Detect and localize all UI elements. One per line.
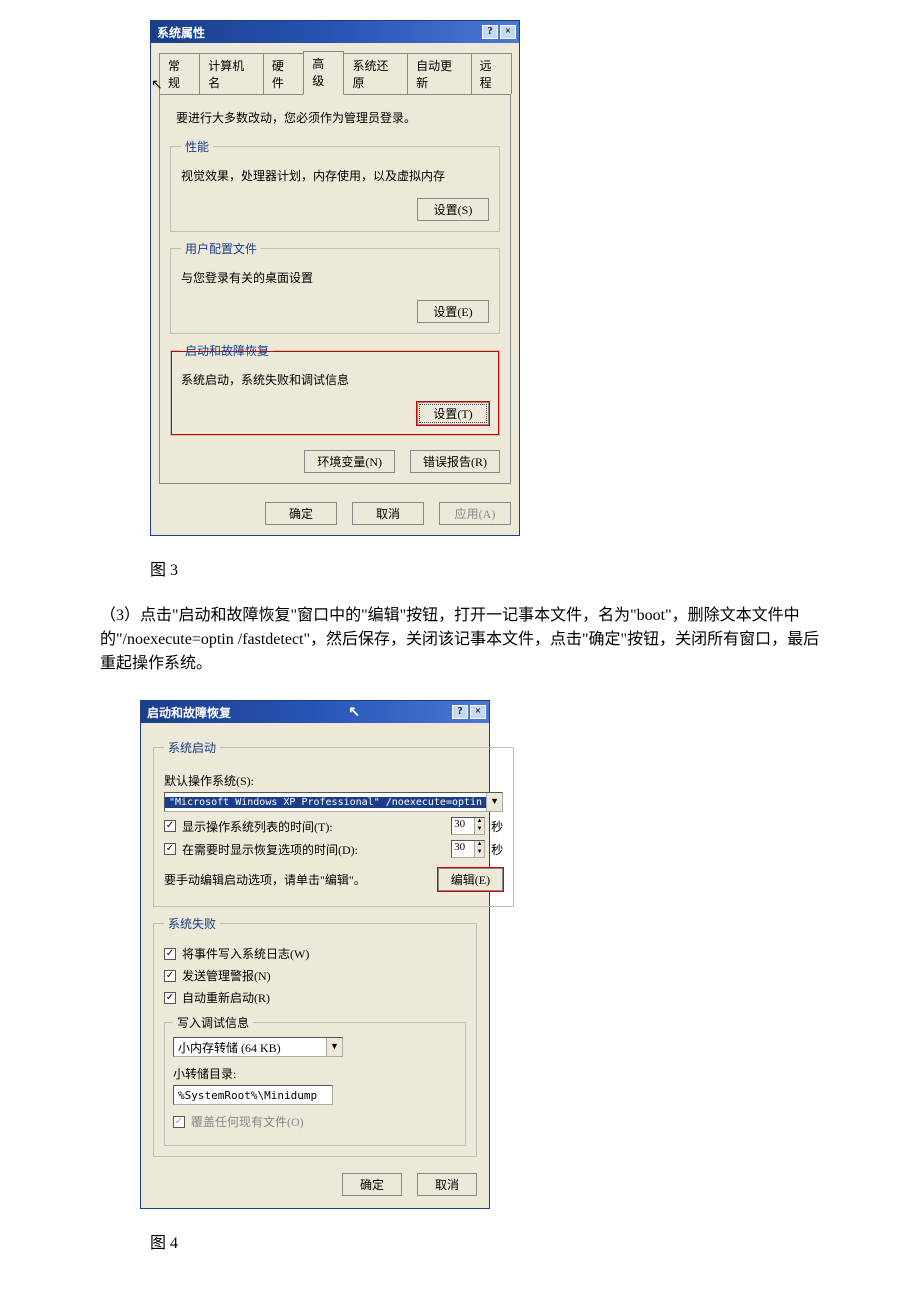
dialog-title: 启动和故障恢复 — [147, 704, 231, 721]
send-alert-checkbox[interactable] — [164, 970, 176, 982]
tab-panel-advanced: 要进行大多数改动，您必须作为管理员登录。 性能 视觉效果，处理器计划，内存使用，… — [159, 94, 511, 484]
titlebar[interactable]: 系统属性 ? × — [151, 21, 519, 43]
group-dump-legend: 写入调试信息 — [173, 1014, 253, 1031]
group-performance: 性能 视觉效果，处理器计划，内存使用，以及虚拟内存 设置(S) — [170, 138, 500, 232]
os-list-time-stepper[interactable]: 30 ▲▼ — [451, 817, 485, 835]
tab-computer[interactable]: 计算机名 — [199, 53, 264, 94]
edit-button[interactable]: 编辑(E) — [438, 868, 503, 891]
cancel-button[interactable]: 取消 — [417, 1173, 477, 1196]
group-system-startup-legend: 系统启动 — [164, 739, 220, 756]
dump-type-select[interactable]: 小内存转储 (64 KB) ▼ — [173, 1037, 343, 1057]
titlebar[interactable]: 启动和故障恢复 ↖ ? × — [141, 701, 489, 723]
spin-up-icon[interactable]: ▲ — [474, 818, 484, 826]
group-system-startup: 系统启动 默认操作系统(S): "Microsoft Windows XP Pr… — [153, 739, 514, 907]
user-profiles-settings-button[interactable]: 设置(E) — [417, 300, 489, 323]
admin-note: 要进行大多数改动，您必须作为管理员登录。 — [176, 109, 494, 126]
seconds-label: 秒 — [491, 841, 503, 858]
recovery-time-value[interactable]: 30 — [452, 841, 474, 857]
group-user-profiles: 用户配置文件 与您登录有关的桌面设置 设置(E) — [170, 240, 500, 334]
tab-general[interactable]: 常规 — [159, 53, 200, 94]
show-os-list-checkbox[interactable] — [164, 820, 176, 832]
chevron-down-icon[interactable]: ▼ — [486, 793, 502, 811]
os-list-time-value[interactable]: 30 — [452, 818, 474, 834]
close-icon[interactable]: × — [500, 25, 516, 39]
overwrite-label: 覆盖任何现有文件(O) — [191, 1113, 457, 1130]
startup-recovery-settings-button[interactable]: 设置(T) — [417, 402, 489, 425]
recovery-time-stepper[interactable]: 30 ▲▼ — [451, 840, 485, 858]
ok-button[interactable]: 确定 — [265, 502, 337, 525]
group-user-desc: 与您登录有关的桌面设置 — [181, 269, 489, 286]
tab-remote[interactable]: 远程 — [471, 53, 512, 94]
default-os-select[interactable]: "Microsoft Windows XP Professional" /noe… — [164, 792, 503, 812]
dump-dir-value: %SystemRoot%\Minidump — [178, 1089, 317, 1102]
send-alert-label: 发送管理警报(N) — [182, 967, 466, 984]
instruction-paragraph: （3）点击"启动和故障恢复"窗口中的"编辑"按钮，打开一记事本文件，名为"boo… — [100, 604, 820, 676]
write-log-label: 将事件写入系统日志(W) — [182, 945, 466, 962]
help-icon[interactable]: ? — [482, 25, 498, 39]
cursor-icon: ↖ — [348, 704, 360, 721]
group-startup-recovery: 启动和故障恢复 系统启动，系统失败和调试信息 设置(T) — [170, 342, 500, 436]
dump-type-value: 小内存转储 (64 KB) — [174, 1039, 326, 1056]
group-startup-legend: 启动和故障恢复 — [181, 342, 273, 359]
group-performance-desc: 视觉效果，处理器计划，内存使用，以及虚拟内存 — [181, 167, 489, 184]
chevron-down-icon[interactable]: ▼ — [326, 1038, 342, 1056]
group-system-failure-legend: 系统失败 — [164, 915, 220, 932]
overwrite-checkbox — [173, 1116, 185, 1128]
spin-up-icon[interactable]: ▲ — [474, 841, 484, 849]
group-dump-info: 写入调试信息 小内存转储 (64 KB) ▼ 小转储目录: %SystemRoo… — [164, 1014, 466, 1146]
ok-button[interactable]: 确定 — [342, 1173, 402, 1196]
tab-update[interactable]: 自动更新 — [407, 53, 472, 94]
cancel-button[interactable]: 取消 — [352, 502, 424, 525]
group-performance-legend: 性能 — [181, 138, 213, 155]
system-properties-dialog: 系统属性 ? × 常规 计算机名 硬件 高级 ↖ 系统还原 自动更新 远程 要进… — [150, 20, 520, 536]
show-os-list-label: 显示操作系统列表的时间(T): — [182, 818, 451, 835]
error-report-button[interactable]: 错误报告(R) — [410, 450, 500, 473]
spin-down-icon[interactable]: ▼ — [474, 826, 484, 834]
startup-recovery-dialog: 启动和故障恢复 ↖ ? × 系统启动 默认操作系统(S): "Microsoft… — [140, 700, 490, 1209]
auto-reboot-checkbox[interactable] — [164, 992, 176, 1004]
tab-strip: 常规 计算机名 硬件 高级 ↖ 系统还原 自动更新 远程 — [159, 51, 511, 94]
edit-hint: 要手动编辑启动选项，请单击"编辑"。 — [164, 871, 426, 888]
close-icon[interactable]: × — [470, 705, 486, 719]
apply-button[interactable]: 应用(A) — [439, 502, 511, 525]
group-user-legend: 用户配置文件 — [181, 240, 261, 257]
default-os-value: "Microsoft Windows XP Professional" /noe… — [165, 797, 486, 808]
env-vars-button[interactable]: 环境变量(N) — [304, 450, 395, 473]
default-os-label: 默认操作系统(S): — [164, 772, 503, 789]
show-recovery-label: 在需要时显示恢复选项的时间(D): — [182, 841, 451, 858]
spin-down-icon[interactable]: ▼ — [474, 849, 484, 857]
group-startup-desc: 系统启动，系统失败和调试信息 — [181, 371, 489, 388]
figure-caption-4: 图 4 — [150, 1229, 920, 1253]
tab-restore[interactable]: 系统还原 — [343, 53, 408, 94]
dialog-buttons: 确定 取消 应用(A) — [151, 492, 519, 535]
dialog-title: 系统属性 — [157, 24, 205, 41]
write-log-checkbox[interactable] — [164, 948, 176, 960]
performance-settings-button[interactable]: 设置(S) — [417, 198, 489, 221]
seconds-label: 秒 — [491, 818, 503, 835]
tab-hardware[interactable]: 硬件 — [263, 53, 304, 94]
auto-reboot-label: 自动重新启动(R) — [182, 989, 466, 1006]
dump-dir-input[interactable]: %SystemRoot%\Minidump — [173, 1085, 333, 1105]
help-icon[interactable]: ? — [452, 705, 468, 719]
tab-advanced[interactable]: 高级 — [303, 51, 344, 95]
dump-dir-label: 小转储目录: — [173, 1065, 457, 1082]
group-system-failure: 系统失败 将事件写入系统日志(W) 发送管理警报(N) 自动重新启动(R) 写入… — [153, 915, 477, 1157]
figure-caption-3: 图 3 — [150, 556, 920, 580]
dialog-buttons: 确定 取消 — [153, 1165, 477, 1196]
show-recovery-checkbox[interactable] — [164, 843, 176, 855]
